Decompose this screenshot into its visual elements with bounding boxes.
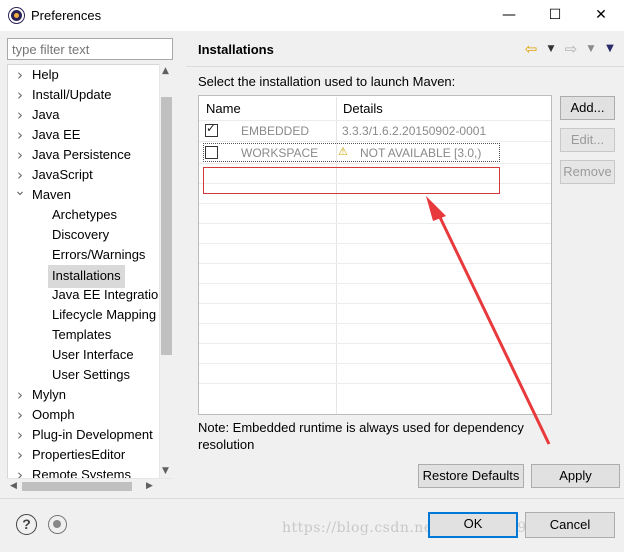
row-name: EMBEDDED: [241, 124, 310, 138]
import-export-icon[interactable]: [48, 515, 67, 534]
row-divider: [199, 243, 551, 244]
chevron-right-icon[interactable]: ›: [14, 385, 26, 405]
row-divider: [199, 323, 551, 324]
chevron-right-icon[interactable]: ›: [14, 405, 26, 425]
row-divider: [199, 283, 551, 284]
restore-defaults-button[interactable]: Restore Defaults: [418, 464, 524, 488]
tree-item-label: Mylyn: [32, 387, 66, 402]
row-name: WORKSPACE: [241, 146, 319, 160]
chevron-right-icon[interactable]: ›: [14, 105, 26, 125]
filter-input[interactable]: [7, 38, 173, 60]
tree-item-label: Java: [32, 107, 60, 122]
row-divider: [199, 141, 551, 142]
chevron-right-icon[interactable]: ›: [14, 425, 26, 445]
ok-button[interactable]: OK: [428, 512, 518, 538]
forward-menu-chevron-icon[interactable]: ▼: [582, 40, 600, 58]
tree-item-label: Install/Update: [32, 87, 112, 102]
tree-item-label: JavaScript: [32, 167, 93, 182]
tree-item-label: Archetypes: [52, 207, 118, 222]
chevron-right-icon[interactable]: ›: [14, 445, 26, 465]
chevron-right-icon[interactable]: ›: [14, 165, 26, 185]
row-divider: [199, 303, 551, 304]
apply-button[interactable]: Apply: [531, 464, 620, 488]
eclipse-app-icon: [9, 8, 24, 23]
view-menu-icon[interactable]: ▼: [601, 40, 619, 58]
page-title: Installations: [198, 42, 274, 57]
row-divider: [199, 203, 551, 204]
tree-item-label: Help: [32, 67, 59, 82]
maximize-button[interactable]: ☐: [532, 0, 578, 31]
tree-item-label: Plug-in Development: [32, 427, 153, 442]
row-divider: [199, 163, 551, 164]
minimize-button[interactable]: —: [486, 0, 532, 31]
tree-item-label: Errors/Warnings: [52, 247, 146, 262]
chevron-right-icon[interactable]: ›: [14, 85, 26, 105]
tree-item-label: Java EE Integration: [52, 287, 166, 302]
embedded-checkbox[interactable]: [205, 121, 218, 137]
chevron-down-icon[interactable]: ⌄: [14, 184, 26, 205]
instructions-text: Select the installation used to launch M…: [198, 74, 456, 89]
tree-item-label: Lifecycle Mapping: [52, 307, 157, 322]
add-button[interactable]: Add...: [560, 96, 615, 120]
row-divider: [199, 263, 551, 264]
row-divider: [199, 223, 551, 224]
back-arrow-icon[interactable]: ⇦: [522, 40, 540, 58]
chevron-right-icon[interactable]: ›: [14, 65, 26, 85]
tree-item-label: PropertiesEditor: [32, 447, 126, 462]
row-details: 3.3.3/1.6.2.20150902-0001: [342, 124, 487, 138]
scroll-right-arrow-icon[interactable]: ▶: [146, 481, 153, 491]
cancel-button[interactable]: Cancel: [525, 512, 615, 538]
chevron-right-icon[interactable]: ›: [14, 145, 26, 165]
table-row[interactable]: WORKSPACE ⚠ NOT AVAILABLE [3.0,): [199, 143, 551, 163]
tree-item-label: Maven: [32, 187, 72, 202]
back-menu-chevron-icon[interactable]: ▼: [542, 40, 560, 58]
remove-button[interactable]: Remove: [560, 160, 615, 184]
edit-button[interactable]: Edit...: [560, 128, 615, 152]
tree-horizontal-scroll-thumb[interactable]: [22, 482, 132, 491]
warning-icon: ⚠: [338, 145, 348, 158]
tree-item-label: Oomph: [32, 407, 75, 422]
forward-arrow-icon[interactable]: ⇨: [562, 40, 580, 58]
column-header-name[interactable]: Name: [199, 96, 336, 121]
tree-item-label: User Interface: [52, 347, 134, 362]
window-title: Preferences: [31, 8, 102, 23]
chevron-right-icon[interactable]: ›: [14, 125, 26, 145]
tree-item-label: Templates: [52, 327, 112, 342]
row-divider: [199, 363, 551, 364]
scroll-left-arrow-icon[interactable]: ◀: [10, 481, 17, 491]
scroll-down-arrow-icon[interactable]: ▼: [162, 466, 169, 476]
workspace-checkbox[interactable]: [205, 146, 218, 159]
scroll-up-arrow-icon[interactable]: ▲: [162, 66, 169, 76]
header-separator: [186, 66, 624, 67]
row-details: NOT AVAILABLE [3.0,): [360, 146, 482, 160]
column-header-details[interactable]: Details: [336, 96, 551, 121]
table-row[interactable]: EMBEDDED 3.3.3/1.6.2.20150902-0001: [199, 121, 551, 141]
close-button[interactable]: ✕: [578, 0, 624, 31]
row-divider: [199, 343, 551, 344]
row-divider: [199, 383, 551, 384]
bottom-separator: [0, 498, 624, 499]
tree-item-label: Java EE: [32, 127, 81, 142]
annotation-highlight-box: [203, 167, 500, 194]
tree-item-label: Java Persistence: [32, 147, 131, 162]
tree-item-label: User Settings: [52, 367, 131, 382]
tree-item-label: Discovery: [52, 227, 110, 242]
help-icon[interactable]: ?: [16, 514, 37, 535]
tree-vertical-scroll-thumb[interactable]: [161, 97, 172, 355]
preferences-tree[interactable]: › Help › Install/Update › Java › Java EE › Java P…: [7, 64, 173, 494]
embedded-runtime-note: Note: Embedded runtime is always used fo…: [198, 420, 524, 452]
